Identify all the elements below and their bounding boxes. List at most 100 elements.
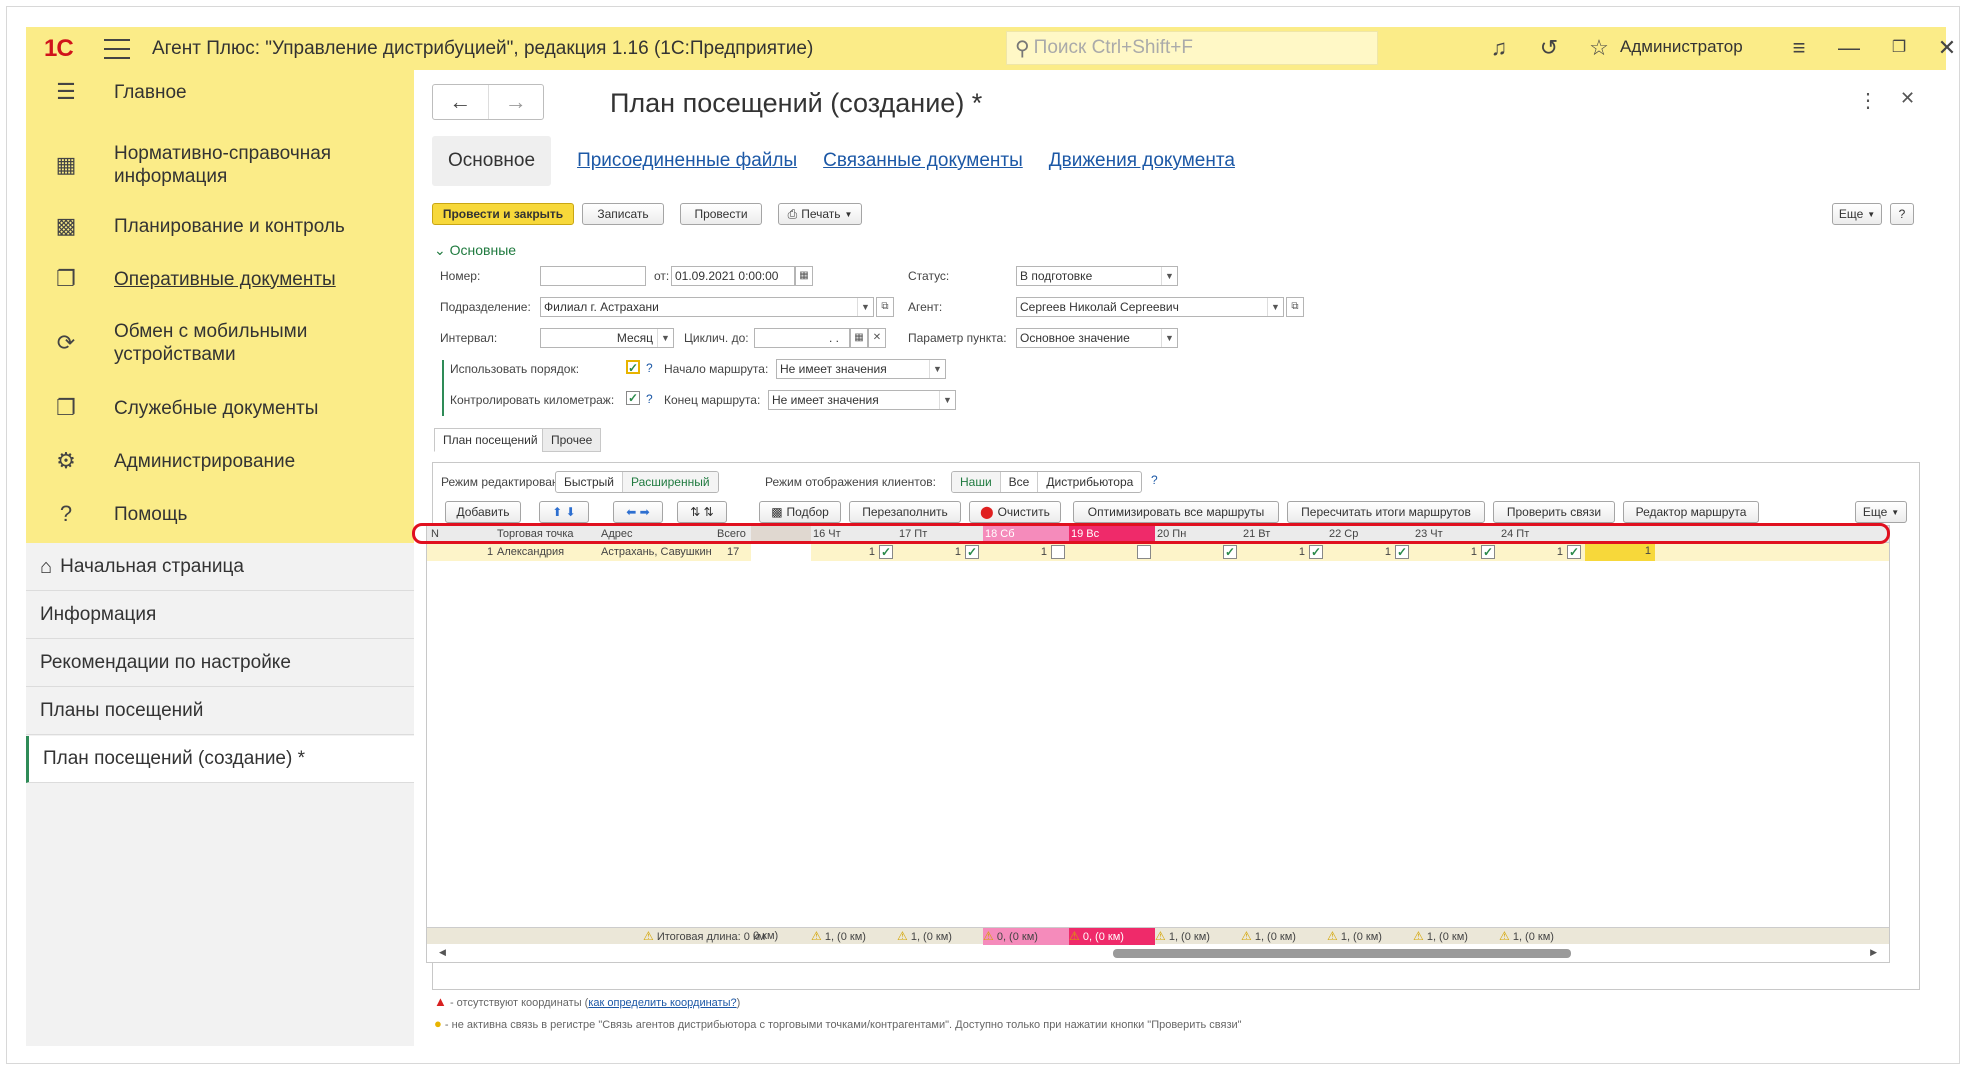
search-input[interactable]: ⚲ Поиск Ctrl+Shift+F [1006, 31, 1378, 65]
point-param-field[interactable]: Основное значение ▼ [1016, 328, 1178, 348]
forward-arrow-icon[interactable]: → [487, 85, 544, 119]
back-arrow-icon[interactable]: ← [433, 85, 488, 119]
day-checkbox[interactable]: ✓ [1567, 545, 1581, 559]
more-vertical-icon[interactable]: ⋮ [1858, 88, 1878, 113]
sidebar-item-planning[interactable]: ▩ Планирование и контроль [26, 212, 414, 240]
move-up-down-buttons[interactable]: ⬆ ⬇ [539, 501, 589, 523]
main-menu-icon[interactable] [104, 38, 130, 59]
user-name[interactable]: Администратор [1620, 37, 1743, 57]
route-editor-button[interactable]: Редактор маршрута [1623, 501, 1759, 523]
write-button[interactable]: Записать [582, 203, 664, 225]
arrow-right-icon[interactable]: ➡ [640, 505, 650, 519]
sidebar-item-operative-docs[interactable]: ❐ Оперативные документы [26, 265, 414, 293]
horizontal-scrollbar[interactable]: ◀ ▶ [427, 945, 1889, 962]
edit-mode-fast[interactable]: Быстрый [556, 472, 622, 492]
scroll-right-icon[interactable]: ▶ [1870, 947, 1877, 958]
restore-icon[interactable]: ❐ [1886, 35, 1912, 61]
tab-visit-plan[interactable]: План посещений [434, 428, 547, 452]
status-field[interactable]: В подготовке ▼ [1016, 266, 1178, 286]
day-checkbox[interactable] [1051, 545, 1065, 559]
use-order-checkbox[interactable]: ✓ [626, 360, 640, 374]
cyclic-date-field[interactable]: . . [754, 328, 850, 348]
optimize-routes-button[interactable]: Оптимизировать все маршруты [1073, 501, 1279, 523]
row-address[interactable]: Астрахань, Савушкина ... [601, 544, 711, 560]
print-button[interactable]: ⎙ Печать ▼ [778, 203, 862, 225]
client-mode-ours[interactable]: Наши [952, 472, 1000, 492]
day-checkbox[interactable]: ✓ [1309, 545, 1323, 559]
sort-buttons[interactable]: ⇅ ⇅ [677, 501, 727, 523]
more-button[interactable]: Еще ▼ [1832, 203, 1882, 225]
help-icon[interactable]: ? [646, 361, 653, 375]
agent-field[interactable]: Сергеев Николай Сергеевич ▼ [1016, 297, 1284, 317]
sidebar-item-mobile-exchange[interactable]: ⟳ Обмен с мобильными устройствами [26, 318, 414, 368]
dropdown-icon[interactable]: ▼ [939, 391, 955, 409]
bell-icon[interactable]: ♫ [1486, 35, 1512, 61]
day-value[interactable]: 1 [1525, 544, 1563, 560]
clear-button[interactable]: ⬤ Очистить [969, 501, 1061, 523]
day-checkbox[interactable]: ✓ [879, 545, 893, 559]
day-value-current[interactable]: 1 [1585, 543, 1655, 561]
star-icon[interactable]: ☆ [1586, 35, 1612, 61]
arrow-up-icon[interactable]: ⬆ [552, 505, 562, 519]
tab-movements[interactable]: Движения документа [1049, 150, 1235, 172]
history-icon[interactable]: ↺ [1536, 35, 1562, 61]
interval-field[interactable]: Месяц ▼ [540, 328, 674, 348]
history-visit-plans[interactable]: Планы посещений [26, 688, 414, 735]
day-value[interactable]: 1 [923, 544, 961, 560]
tab-main[interactable]: Основное [432, 136, 552, 186]
edit-mode-extended[interactable]: Расширенный [622, 472, 718, 492]
help-icon[interactable]: ? [1151, 473, 1158, 487]
client-mode-all[interactable]: Все [999, 472, 1038, 492]
history-info[interactable]: Информация [26, 592, 414, 639]
day-value[interactable]: 1 [1439, 544, 1477, 560]
dropdown-icon[interactable]: ▼ [657, 329, 673, 347]
dropdown-icon[interactable]: ▼ [1267, 298, 1283, 316]
tab-related-docs[interactable]: Связанные документы [823, 150, 1023, 172]
post-button[interactable]: Провести [680, 203, 762, 225]
sidebar-item-service-docs[interactable]: ❐ Служебные документы [26, 394, 414, 422]
arrow-left-icon[interactable]: ⬅ [626, 505, 636, 519]
day-value[interactable]: 1 [1353, 544, 1391, 560]
sidebar-item-reference[interactable]: ▦ Нормативно-справочная информация [26, 140, 414, 190]
pick-button[interactable]: ▩ Подбор [759, 501, 841, 523]
history-visit-plan-new[interactable]: План посещений (создание) * [26, 736, 414, 783]
control-km-checkbox[interactable]: ✓ [626, 391, 640, 405]
add-button[interactable]: Добавить [445, 501, 521, 523]
route-end-field[interactable]: Не имеет значения ▼ [768, 390, 956, 410]
sort-desc-icon[interactable]: ⇅ [704, 505, 714, 519]
close-icon[interactable]: ✕ [1934, 35, 1960, 61]
refill-button[interactable]: Перезаполнить [849, 501, 961, 523]
dropdown-icon[interactable]: ▼ [857, 298, 873, 316]
day-checkbox[interactable]: ✓ [965, 545, 979, 559]
tab-files[interactable]: Присоединенные файлы [577, 150, 797, 172]
day-value[interactable]: 1 [837, 544, 875, 560]
scrollbar-thumb[interactable] [1113, 949, 1571, 958]
calendar-icon[interactable]: ▦ [850, 328, 868, 348]
day-checkbox[interactable] [1137, 545, 1151, 559]
arrow-down-icon[interactable]: ⬇ [566, 505, 576, 519]
settings-menu-icon[interactable]: ≡ [1786, 35, 1812, 61]
minimize-icon[interactable]: — [1836, 35, 1862, 61]
day-checkbox[interactable]: ✓ [1395, 545, 1409, 559]
tab-other[interactable]: Прочее [542, 428, 602, 452]
number-field[interactable] [540, 266, 646, 286]
move-left-right-buttons[interactable]: ⬅ ➡ [613, 501, 663, 523]
day-value[interactable]: 1 [1009, 544, 1047, 560]
division-field[interactable]: Филиал г. Астрахани ▼ [540, 297, 874, 317]
row-point[interactable]: Александрия [497, 544, 564, 560]
post-and-close-button[interactable]: Провести и закрыть [432, 203, 574, 225]
route-start-field[interactable]: Не имеет значения ▼ [776, 359, 946, 379]
check-links-button[interactable]: Проверить связи [1493, 501, 1615, 523]
day-checkbox[interactable]: ✓ [1223, 545, 1237, 559]
plan-table[interactable]: N Торговая точка Адрес Всего 16 Чт 17 Пт… [426, 525, 1890, 963]
sidebar-item-admin[interactable]: ⚙ Администрирование [26, 447, 414, 475]
dropdown-icon[interactable]: ▼ [929, 360, 945, 378]
date-field[interactable]: 01.09.2021 0:00:00 [671, 266, 795, 286]
calendar-icon[interactable]: ▦ [795, 266, 813, 286]
history-recommendations[interactable]: Рекомендации по настройке [26, 640, 414, 687]
scroll-left-icon[interactable]: ◀ [439, 947, 446, 958]
help-button[interactable]: ? [1890, 203, 1914, 225]
open-icon[interactable]: ⧉ [1286, 297, 1304, 317]
history-home[interactable]: ⌂ Начальная страница [26, 544, 414, 591]
sidebar-item-main[interactable]: ☰ Главное [26, 78, 414, 106]
